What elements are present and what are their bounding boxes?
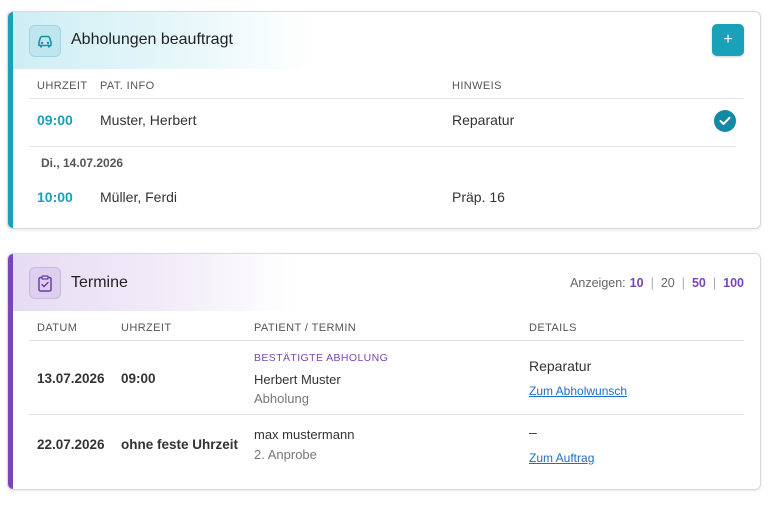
- appointment-date: 13.07.2026: [37, 371, 105, 386]
- page-size-option-20[interactable]: 20: [661, 276, 675, 290]
- pickup-time: 10:00: [37, 189, 73, 205]
- status-badge: BESTÄTIGTE ABHOLUNG: [254, 352, 389, 364]
- appointment-type: 2. Anprobe: [254, 447, 317, 462]
- clipboard-check-icon: [29, 267, 61, 299]
- appointment-detail: –: [529, 424, 537, 440]
- pickups-card: Abholungen beauftragt + UHRZEIT PAT. INF…: [7, 11, 761, 229]
- appointments-card: Termine Anzeigen: 10 | 20 | 50 | 100 DAT…: [7, 253, 761, 490]
- check-icon[interactable]: [714, 110, 736, 132]
- column-header-date: DATUM: [37, 322, 78, 334]
- pickup-time: 09:00: [37, 112, 73, 128]
- date-group-label: Di., 14.07.2026: [41, 156, 124, 170]
- column-header-details: DETAILS: [529, 322, 577, 334]
- pickup-request-link[interactable]: Zum Abholwunsch: [529, 384, 627, 398]
- column-header-note: HINWEIS: [452, 80, 502, 92]
- column-header-time: UHRZEIT: [121, 322, 172, 334]
- pickup-note: Reparatur: [452, 112, 515, 128]
- appointment-patient: max mustermann: [254, 427, 355, 442]
- header-divider: [29, 98, 744, 99]
- pickups-title: Abholungen beauftragt: [71, 31, 233, 48]
- appointment-patient: Herbert Muster: [254, 372, 341, 387]
- pickups-accent-bar: [8, 12, 13, 228]
- page-size-option-100[interactable]: 100: [723, 276, 744, 290]
- column-header-patient: PATIENT / TERMIN: [254, 322, 357, 334]
- car-icon: [29, 25, 61, 57]
- pickup-note: Präp. 16: [452, 189, 505, 205]
- pager-separator: |: [650, 276, 654, 290]
- column-header-patient: PAT. INFO: [100, 80, 155, 92]
- appointments-accent-bar: [8, 254, 13, 489]
- appointment-time: ohne feste Uhrzeit: [121, 437, 239, 452]
- pager-separator: |: [681, 276, 685, 290]
- appointment-time: 09:00: [121, 371, 156, 386]
- pickup-patient: Müller, Ferdi: [100, 189, 178, 205]
- page-size-option-10[interactable]: 10: [630, 276, 644, 290]
- pickup-patient: Muster, Herbert: [100, 112, 197, 128]
- page-size-selector: Anzeigen: 10 | 20 | 50 | 100: [570, 276, 744, 290]
- order-link[interactable]: Zum Auftrag: [529, 451, 594, 465]
- header-divider: [29, 340, 744, 341]
- page-size-option-50[interactable]: 50: [692, 276, 706, 290]
- page-size-label: Anzeigen:: [570, 276, 626, 290]
- appointment-type: Abholung: [254, 391, 309, 406]
- add-pickup-button[interactable]: +: [712, 24, 744, 56]
- column-header-time: UHRZEIT: [37, 80, 88, 92]
- appointment-date: 22.07.2026: [37, 437, 105, 452]
- appointment-detail: Reparatur: [529, 358, 592, 374]
- row-divider: [29, 414, 744, 415]
- row-divider: [29, 146, 736, 147]
- appointments-title: Termine: [71, 274, 128, 291]
- pager-separator: |: [712, 276, 717, 290]
